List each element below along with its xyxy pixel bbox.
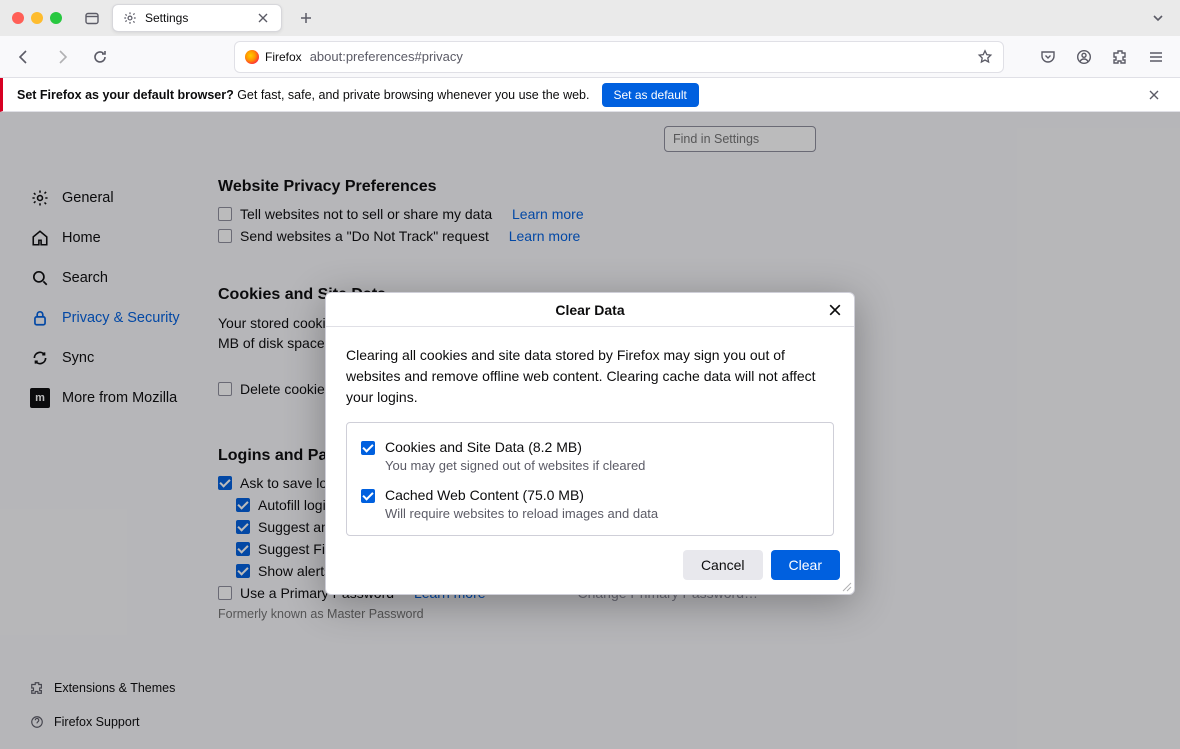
titlebar: Settings (0, 0, 1180, 36)
forward-button[interactable] (48, 43, 76, 71)
close-window[interactable] (12, 12, 24, 24)
reload-button[interactable] (86, 43, 114, 71)
infobar-close-icon[interactable] (1142, 83, 1166, 107)
firefox-logo-icon (245, 50, 259, 64)
dialog-title: Clear Data (555, 302, 624, 318)
resize-grip-icon[interactable] (840, 580, 852, 592)
extensions-button[interactable] (1106, 43, 1134, 71)
minimize-window[interactable] (31, 12, 43, 24)
tab-settings[interactable]: Settings (112, 4, 282, 32)
gear-icon (123, 11, 137, 25)
clear-button[interactable]: Clear (771, 550, 840, 580)
option-cache-sub: Will require websites to reload images a… (385, 506, 658, 521)
app-menu-button[interactable] (1142, 43, 1170, 71)
nav-toolbar: Firefox (0, 36, 1180, 78)
checkbox-cookies-site-data[interactable] (361, 441, 375, 455)
checkbox-cached-content[interactable] (361, 489, 375, 503)
tab-title: Settings (145, 11, 247, 25)
default-browser-infobar: Set Firefox as your default browser? Get… (0, 78, 1180, 112)
url-bar[interactable]: Firefox (234, 41, 1004, 73)
back-button[interactable] (10, 43, 38, 71)
cancel-button[interactable]: Cancel (683, 550, 763, 580)
close-tab-icon[interactable] (255, 10, 271, 26)
dialog-description: Clearing all cookies and site data store… (346, 345, 834, 408)
option-cookies-sub: You may get signed out of websites if cl… (385, 458, 645, 473)
dialog-header: Clear Data (326, 293, 854, 327)
account-button[interactable] (1070, 43, 1098, 71)
window-controls (12, 12, 62, 24)
identity-box[interactable]: Firefox (245, 50, 302, 64)
all-tabs-button[interactable] (1144, 4, 1172, 32)
set-default-button[interactable]: Set as default (602, 83, 699, 107)
identity-label: Firefox (265, 50, 302, 64)
option-cookies-label: Cookies and Site Data (8.2 MB) (385, 439, 645, 455)
recent-windows-icon[interactable] (78, 6, 106, 30)
dialog-close-icon[interactable] (824, 299, 846, 321)
new-tab-button[interactable] (292, 4, 320, 32)
dialog-options: Cookies and Site Data (8.2 MB) You may g… (346, 422, 834, 536)
infobar-text: Set Firefox as your default browser? Get… (17, 88, 590, 102)
bookmark-star-icon[interactable] (977, 49, 993, 65)
clear-data-dialog: Clear Data Clearing all cookies and site… (325, 292, 855, 595)
maximize-window[interactable] (50, 12, 62, 24)
option-cache-label: Cached Web Content (75.0 MB) (385, 487, 658, 503)
pocket-button[interactable] (1034, 43, 1062, 71)
url-input[interactable] (310, 49, 969, 64)
